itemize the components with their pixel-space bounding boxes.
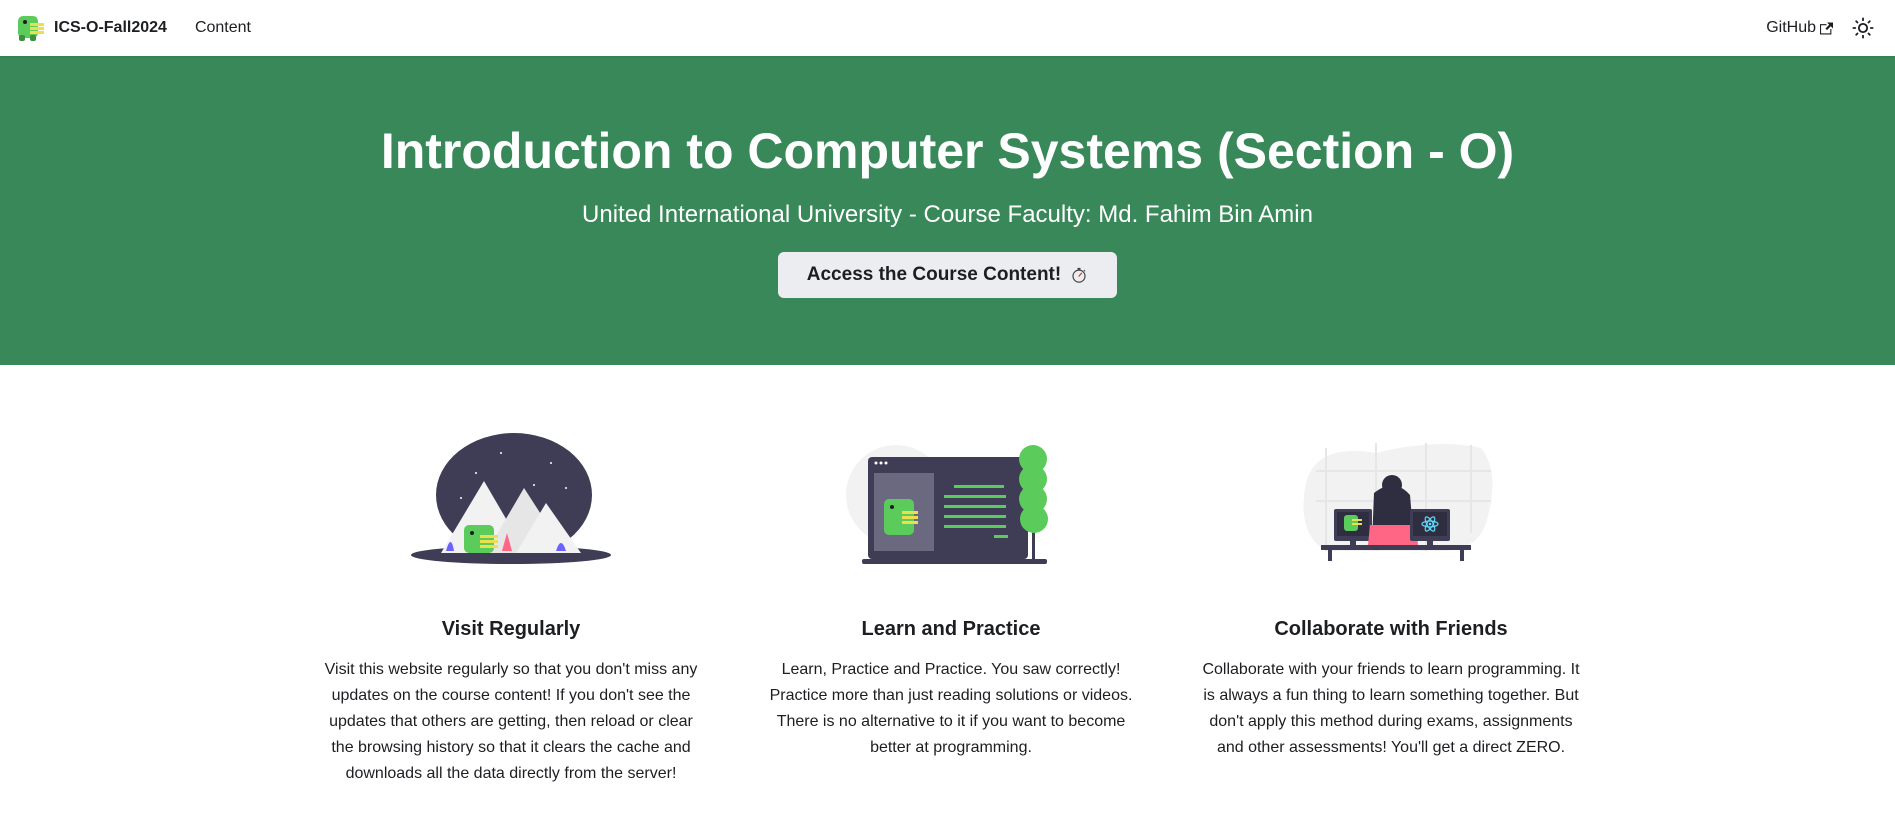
hero-banner: Introduction to Computer Systems (Sectio… bbox=[0, 56, 1895, 365]
external-link-icon bbox=[1820, 22, 1833, 34]
feature-learn-and-practice: Learn and Practice Learn, Practice and P… bbox=[731, 365, 1171, 761]
access-course-content-label: Access the Course Content! bbox=[806, 263, 1062, 285]
hero-subtitle: United International University - Course… bbox=[582, 201, 1313, 228]
github-link[interactable]: GitHub bbox=[1766, 19, 1833, 37]
hero-title: Introduction to Computer Systems (Sectio… bbox=[380, 123, 1515, 179]
navbar-right: GitHub bbox=[1766, 14, 1877, 42]
feature-title: Learn and Practice bbox=[861, 618, 1041, 640]
feature-description: Visit this website regularly so that you… bbox=[324, 661, 698, 782]
github-label: GitHub bbox=[1766, 19, 1816, 36]
feature-title: Collaborate with Friends bbox=[1274, 618, 1508, 640]
feature-description: Learn, Practice and Practice. You saw co… bbox=[769, 661, 1133, 756]
feature-collaborate-with-friends: Collaborate with Friends Collaborate wit… bbox=[1171, 365, 1611, 761]
navbar: ICS-O-Fall2024 Content GitHub bbox=[0, 0, 1895, 56]
sun-icon bbox=[1852, 17, 1874, 39]
brand-link[interactable]: ICS-O-Fall2024 bbox=[16, 13, 167, 43]
monitor-tree-illustration bbox=[846, 445, 1048, 564]
feature-description: Collaborate with your friends to learn p… bbox=[1202, 661, 1580, 756]
feature-visit-regularly: Visit Regularly Visit this website regul… bbox=[291, 365, 731, 787]
dino-logo-icon bbox=[18, 16, 44, 41]
stopwatch-icon bbox=[1072, 267, 1086, 283]
brand-title: ICS-O-Fall2024 bbox=[54, 19, 167, 36]
nav-link-content[interactable]: Content bbox=[195, 19, 251, 37]
feature-title: Visit Regularly bbox=[441, 618, 581, 640]
mountain-night-illustration bbox=[411, 433, 611, 564]
access-course-content-button[interactable]: Access the Course Content! bbox=[778, 251, 1117, 298]
theme-toggle-button[interactable] bbox=[1849, 14, 1877, 42]
desk-collaboration-illustration bbox=[1303, 443, 1493, 561]
